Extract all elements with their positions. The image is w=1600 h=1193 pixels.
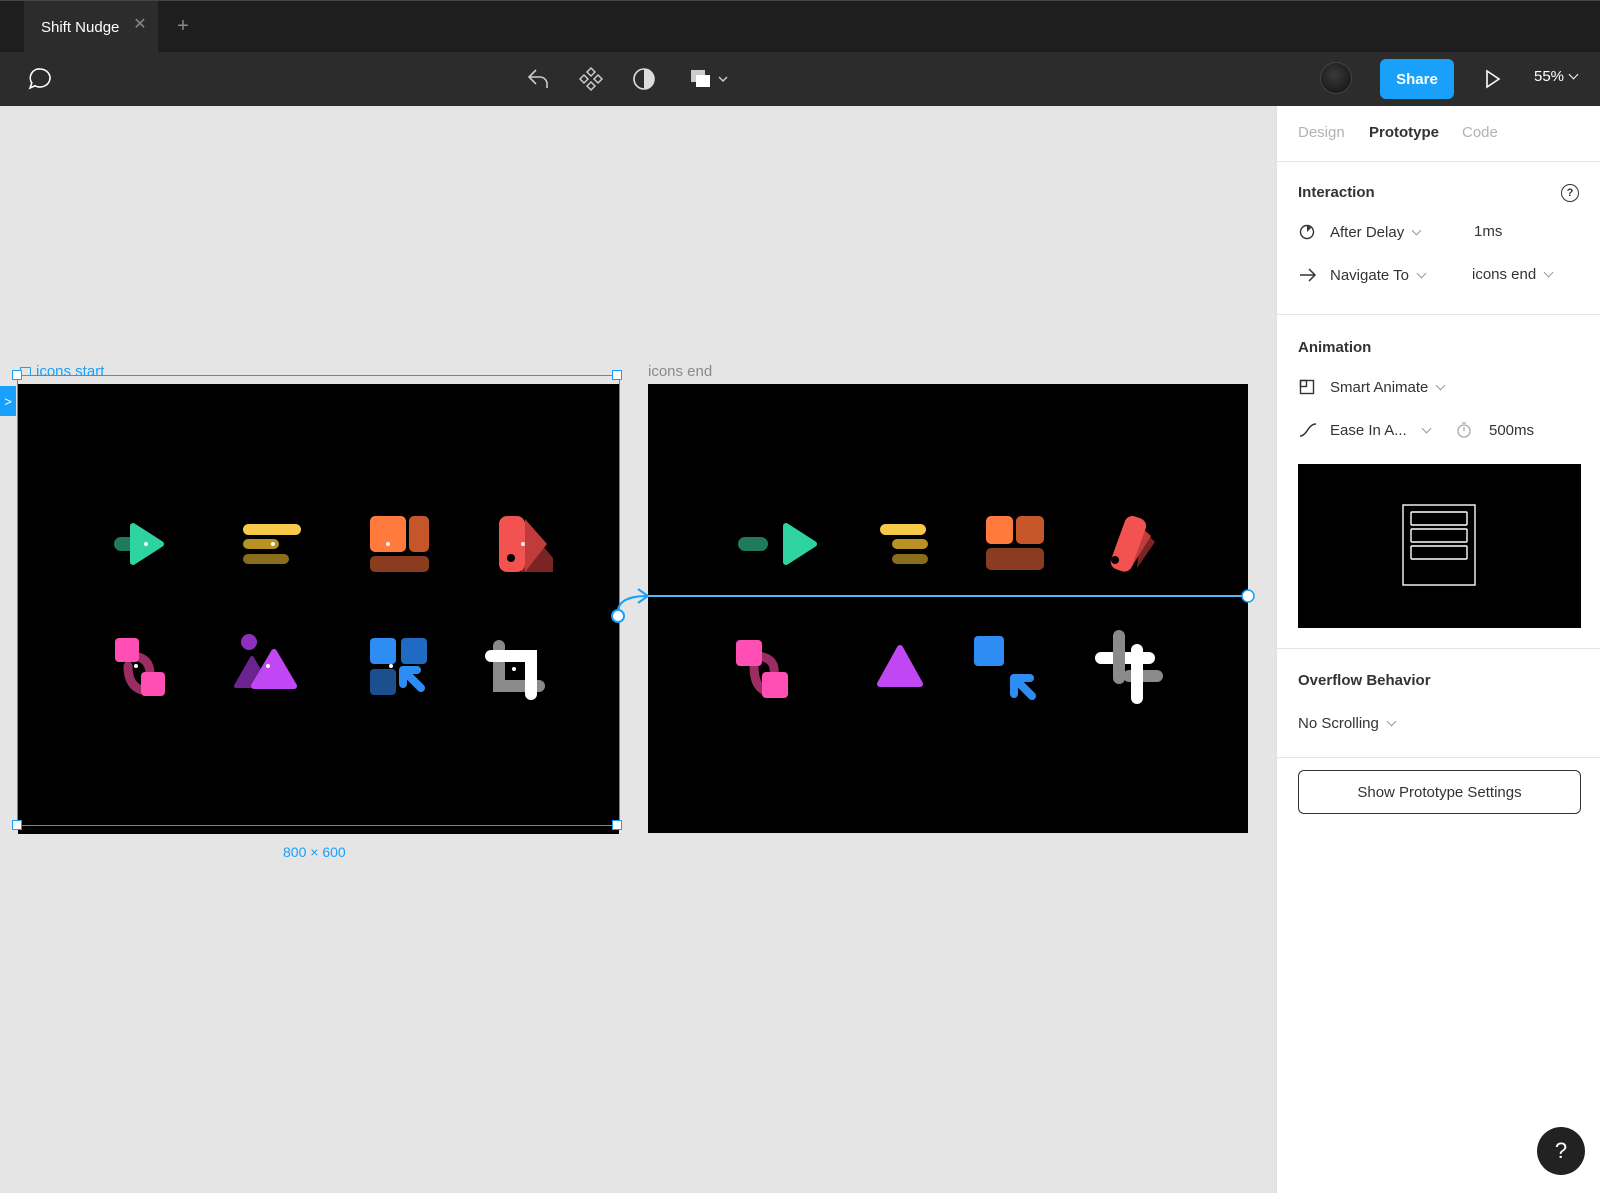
frame-dimensions: 800 × 600	[283, 844, 346, 860]
component-icon[interactable]	[577, 65, 605, 93]
chevron-down-icon	[1421, 423, 1432, 433]
add-tab-icon[interactable]: +	[172, 15, 194, 37]
connect-icon	[736, 640, 788, 698]
chevron-down-icon	[1416, 268, 1427, 278]
resize-handle-tl[interactable]	[12, 370, 22, 380]
animation-title: Animation	[1298, 339, 1372, 356]
resize-handle-bl[interactable]	[12, 820, 22, 830]
timer-icon	[1299, 224, 1315, 240]
divider	[1277, 648, 1600, 649]
tab-prototype[interactable]: Prototype	[1369, 124, 1439, 141]
tab-code[interactable]: Code	[1462, 124, 1498, 141]
zoom-value: 55%	[1534, 68, 1565, 85]
overflow-dropdown[interactable]: No Scrolling	[1298, 715, 1397, 732]
resize-handle-tr[interactable]	[612, 370, 622, 380]
resize-handle-br[interactable]	[612, 820, 622, 830]
chevron-down-icon	[1386, 716, 1397, 727]
arrow-right-icon	[1300, 268, 1317, 282]
destination-value: icons end	[1472, 266, 1537, 283]
trigger-dropdown[interactable]: After Delay	[1298, 223, 1422, 241]
animation-type-value: Smart Animate	[1330, 378, 1429, 396]
duration-value: 500ms	[1489, 421, 1535, 439]
overflow-title: Overflow Behavior	[1298, 672, 1431, 689]
layout-icon	[986, 516, 1044, 570]
canvas[interactable]: > icons start 800 × 600 icons end	[0, 106, 1276, 1193]
delay-input[interactable]: 1ms	[1474, 223, 1502, 240]
play-icon	[738, 523, 817, 565]
chevron-down-icon	[1543, 267, 1554, 278]
boolean-shapes-icon[interactable]	[686, 65, 734, 93]
chevron-down-icon	[1568, 69, 1579, 80]
mask-contrast-icon[interactable]	[630, 65, 658, 93]
smart-animate-icon	[1299, 379, 1315, 395]
help-icon[interactable]: ?	[1561, 184, 1579, 202]
comment-icon[interactable]	[26, 65, 54, 93]
animation-preview	[1298, 464, 1581, 628]
easing-value: Ease In A...	[1330, 421, 1407, 439]
swatch-icon	[1110, 516, 1155, 572]
tab-bar: Shift Nudge ✕ +	[0, 0, 1600, 53]
text-align-icon	[880, 524, 928, 564]
square-arrow-icon	[974, 636, 1036, 700]
stopwatch-icon	[1457, 422, 1471, 438]
selection-outline	[17, 375, 620, 826]
share-button[interactable]: Share	[1380, 59, 1454, 99]
flow-start-tag[interactable]: >	[0, 386, 16, 416]
frame-label-icons-end[interactable]: icons end	[648, 363, 712, 380]
panel-tabs: Design Prototype Code	[1277, 106, 1600, 162]
triangle-icon	[877, 645, 923, 687]
overflow-value: No Scrolling	[1298, 715, 1379, 732]
properties-panel: Design Prototype Code Interaction ? Afte…	[1276, 106, 1600, 1193]
hidden-tab-edge	[0, 17, 10, 33]
easing-dropdown[interactable]: Ease In A...	[1298, 421, 1432, 439]
interaction-title: Interaction	[1298, 184, 1375, 201]
zoom-dropdown[interactable]: 55%	[1534, 68, 1579, 85]
chevron-down-icon	[1435, 380, 1446, 390]
animation-type-dropdown[interactable]: Smart Animate	[1298, 378, 1446, 396]
present-play-icon[interactable]	[1478, 65, 1506, 93]
tab-design[interactable]: Design	[1298, 124, 1345, 141]
show-prototype-settings-button[interactable]: Show Prototype Settings	[1298, 770, 1581, 814]
toolbar: Share 55%	[0, 52, 1600, 106]
destination-dropdown[interactable]: icons end	[1472, 266, 1554, 283]
easing-curve-icon	[1299, 423, 1317, 437]
trigger-value: After Delay	[1330, 223, 1405, 241]
duration-input[interactable]: 500ms	[1455, 421, 1534, 439]
file-tab-label: Shift Nudge	[41, 18, 120, 36]
close-icon[interactable]: ✕	[132, 17, 148, 33]
action-value: Navigate To	[1330, 266, 1409, 284]
divider	[1277, 757, 1600, 758]
preview-illustration	[1402, 504, 1476, 586]
action-dropdown[interactable]: Navigate To	[1298, 266, 1427, 284]
chevron-down-icon	[1411, 225, 1422, 235]
avatar[interactable]	[1320, 62, 1352, 94]
prototype-connection[interactable]	[600, 586, 1260, 636]
file-tab-shift-nudge[interactable]: Shift Nudge ✕	[24, 1, 158, 53]
divider	[1277, 314, 1600, 315]
back-icon[interactable]	[524, 65, 552, 93]
plus-crop-icon	[1095, 630, 1163, 704]
help-button[interactable]: ?	[1537, 1127, 1585, 1175]
